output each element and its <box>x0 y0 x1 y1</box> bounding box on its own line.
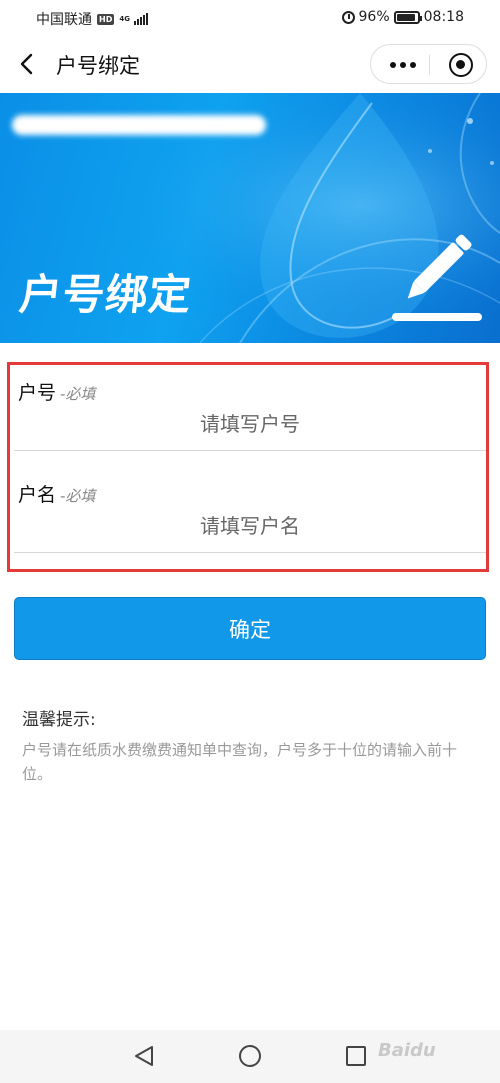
status-bar: 中国联通 HD 4G 96% 08:18 <box>0 0 500 36</box>
field-label-text: 户名 <box>18 484 57 506</box>
nav-home-icon[interactable] <box>239 1045 261 1067</box>
tips-text: 户号请在纸质水费缴费通知单中查询，户号多于十位的请输入前十位。 <box>22 741 458 783</box>
system-nav-bar: Baidu <box>0 1030 500 1083</box>
battery-icon <box>393 10 422 24</box>
field-divider <box>14 552 486 553</box>
blurred-text-redaction <box>12 115 266 135</box>
app-screen: 中国联通 HD 4G 96% 08:18 户号绑定 户号绑定 户号 -必填 请填… <box>0 0 500 1083</box>
banner-title: 户号绑定 <box>17 270 195 319</box>
page-title: 户号绑定 <box>56 54 140 78</box>
watermark: Baidu <box>378 1040 436 1061</box>
battery-percent: 96% <box>358 9 390 25</box>
clock: 08:18 <box>423 9 464 25</box>
capsule-divider <box>429 55 430 75</box>
account-number-input[interactable] <box>14 402 486 446</box>
hd-badge: HD <box>97 13 115 25</box>
signal-icon <box>133 13 148 25</box>
account-number-label: 户号 -必填 <box>18 378 95 405</box>
binding-form: 户号 -必填 户名 -必填 <box>7 362 489 572</box>
account-name-label: 户名 -必填 <box>18 480 95 507</box>
more-icon[interactable] <box>385 55 421 75</box>
network-label: 4G <box>119 15 130 23</box>
status-right: 96% 08:18 <box>341 9 464 25</box>
nav-bar: 户号绑定 <box>0 36 500 92</box>
required-hint: -必填 <box>60 385 96 403</box>
required-hint: -必填 <box>60 487 96 505</box>
alarm-icon <box>341 10 355 24</box>
field-divider <box>14 450 486 451</box>
nav-back-icon[interactable] <box>132 1044 156 1068</box>
banner: 户号绑定 <box>0 93 500 343</box>
tips-title: 温馨提示: <box>22 710 96 730</box>
carrier-label: 中国联通 <box>36 12 92 28</box>
back-arrow-icon[interactable] <box>14 50 42 78</box>
nav-recent-apps-icon[interactable] <box>346 1046 366 1066</box>
field-label-text: 户号 <box>18 382 57 404</box>
account-name-input[interactable] <box>14 504 486 548</box>
status-left: 中国联通 HD 4G <box>36 9 148 29</box>
pencil-icon <box>392 234 482 321</box>
confirm-button[interactable]: 确定 <box>14 597 486 660</box>
account-number-row: 户号 -必填 <box>14 378 486 480</box>
close-mini-program-icon[interactable] <box>449 53 473 77</box>
account-name-row: 户名 -必填 <box>14 480 486 582</box>
mini-program-capsule <box>370 44 487 84</box>
